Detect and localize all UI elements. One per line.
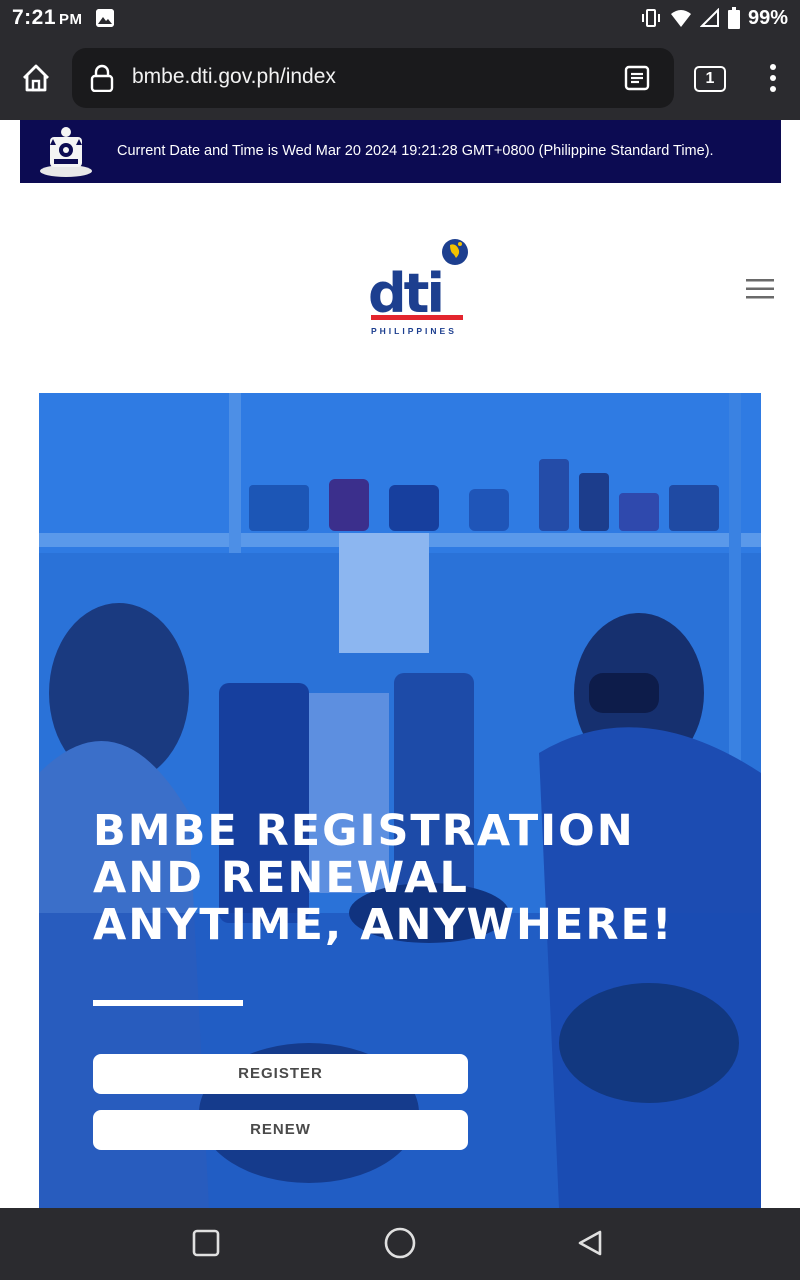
overflow-menu-icon[interactable] <box>760 58 786 98</box>
status-clock: 7:21 PM <box>12 6 83 30</box>
battery-icon <box>727 7 740 29</box>
renew-button[interactable]: RENEW <box>93 1110 468 1150</box>
browser-toolbar: bmbe.dti.gov.ph/index 1 <box>0 36 800 120</box>
logo-subtitle: PHILIPPINES <box>371 326 457 336</box>
status-icons: 99% <box>640 5 788 31</box>
gov-banner: Current Date and Time is Wed Mar 20 2024… <box>20 120 781 183</box>
vibrate-icon <box>641 9 660 27</box>
wifi-icon <box>670 10 691 27</box>
address-bar[interactable]: bmbe.dti.gov.ph/index <box>72 48 674 108</box>
tabs-icon[interactable]: 1 <box>694 66 726 92</box>
current-datetime-text: Current Date and Time is Wed Mar 20 2024… <box>117 143 714 159</box>
home-circle-icon[interactable] <box>380 1226 420 1262</box>
reader-mode-icon[interactable] <box>624 65 650 91</box>
status-time-text: 7:21 <box>12 6 57 29</box>
home-icon[interactable] <box>16 58 56 98</box>
android-nav-bar <box>0 1208 800 1280</box>
hero-section: BMBE REGISTRATION AND RENEWAL ANYTIME, A… <box>39 393 761 1208</box>
back-triangle-icon[interactable] <box>570 1226 610 1262</box>
hero-divider <box>93 1000 243 1006</box>
web-page: Current Date and Time is Wed Mar 20 2024… <box>0 120 800 1208</box>
signal-icon <box>699 8 719 27</box>
lock-icon[interactable] <box>90 64 114 93</box>
hero-title: BMBE REGISTRATION AND RENEWAL ANYTIME, A… <box>93 806 674 950</box>
dti-logo[interactable]: dti <box>366 236 472 340</box>
image-icon <box>96 9 114 27</box>
status-ampm: PM <box>59 11 83 28</box>
url-text[interactable]: bmbe.dti.gov.ph/index <box>132 65 336 89</box>
recents-square-icon[interactable] <box>186 1226 226 1262</box>
register-button[interactable]: REGISTER <box>93 1054 468 1094</box>
hamburger-icon[interactable] <box>746 278 774 300</box>
status-bar: 7:21 PM 99% <box>0 0 800 36</box>
philippine-seal-icon <box>38 125 94 179</box>
battery-percent: 99% <box>747 6 788 29</box>
